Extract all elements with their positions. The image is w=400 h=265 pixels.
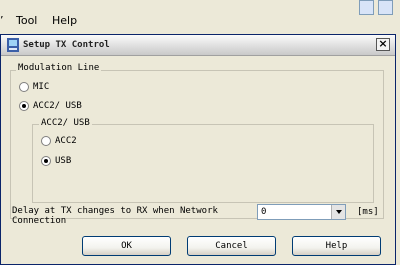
radio-usb[interactable]: USB <box>41 154 121 168</box>
radio-acc2[interactable]: ACC2 <box>41 134 121 148</box>
chevron-down-icon <box>336 210 342 214</box>
close-icon: × <box>378 37 388 50</box>
radio-usb-circle[interactable] <box>41 156 51 166</box>
radio-acc2-usb[interactable]: ACC2/ USB <box>19 99 119 113</box>
delay-label-line1: Delay at TX changes to RX when Network <box>12 206 218 216</box>
combo-dropdown-button[interactable] <box>331 205 345 219</box>
radio-mic[interactable]: MIC <box>19 80 99 94</box>
menu-item-partial[interactable]: ’ <box>0 14 8 27</box>
maximize-icon[interactable] <box>378 0 393 15</box>
radio-acc2-usb-circle[interactable] <box>19 101 29 111</box>
help-button[interactable]: Help <box>292 236 381 256</box>
radio-usb-label: USB <box>55 156 72 166</box>
app-icon <box>7 38 19 52</box>
setup-tx-control-dialog: Setup TX Control × Modulation Line MIC A… <box>0 34 396 265</box>
minimize-icon[interactable] <box>359 0 374 15</box>
radio-mic-label: MIC <box>33 82 50 92</box>
radio-acc2-circle[interactable] <box>41 136 51 146</box>
delay-unit: [ms] <box>357 207 379 217</box>
radio-acc2-usb-label: ACC2/ USB <box>33 101 82 111</box>
delay-combobox[interactable]: 0 <box>257 204 346 220</box>
delay-value: 0 <box>261 207 267 217</box>
radio-selected-dot <box>22 104 26 108</box>
radio-acc2-label: ACC2 <box>55 136 77 146</box>
dialog-titlebar[interactable]: Setup TX Control × <box>1 35 395 56</box>
dialog-title: Setup TX Control <box>23 40 110 50</box>
app-menubar: ’ Tool Help <box>0 0 400 34</box>
modulation-line-label: Modulation Line <box>16 63 102 73</box>
radio-selected-dot <box>44 159 48 163</box>
close-button[interactable]: × <box>376 38 390 51</box>
ok-button[interactable]: OK <box>82 236 171 256</box>
radio-mic-circle[interactable] <box>19 82 29 92</box>
cancel-button[interactable]: Cancel <box>187 236 276 256</box>
menu-help[interactable]: Help <box>52 14 77 27</box>
delay-label-line2: Connection <box>12 216 67 226</box>
menu-tool[interactable]: Tool <box>16 14 37 27</box>
acc2-usb-group-label: ACC2/ USB <box>39 118 92 128</box>
